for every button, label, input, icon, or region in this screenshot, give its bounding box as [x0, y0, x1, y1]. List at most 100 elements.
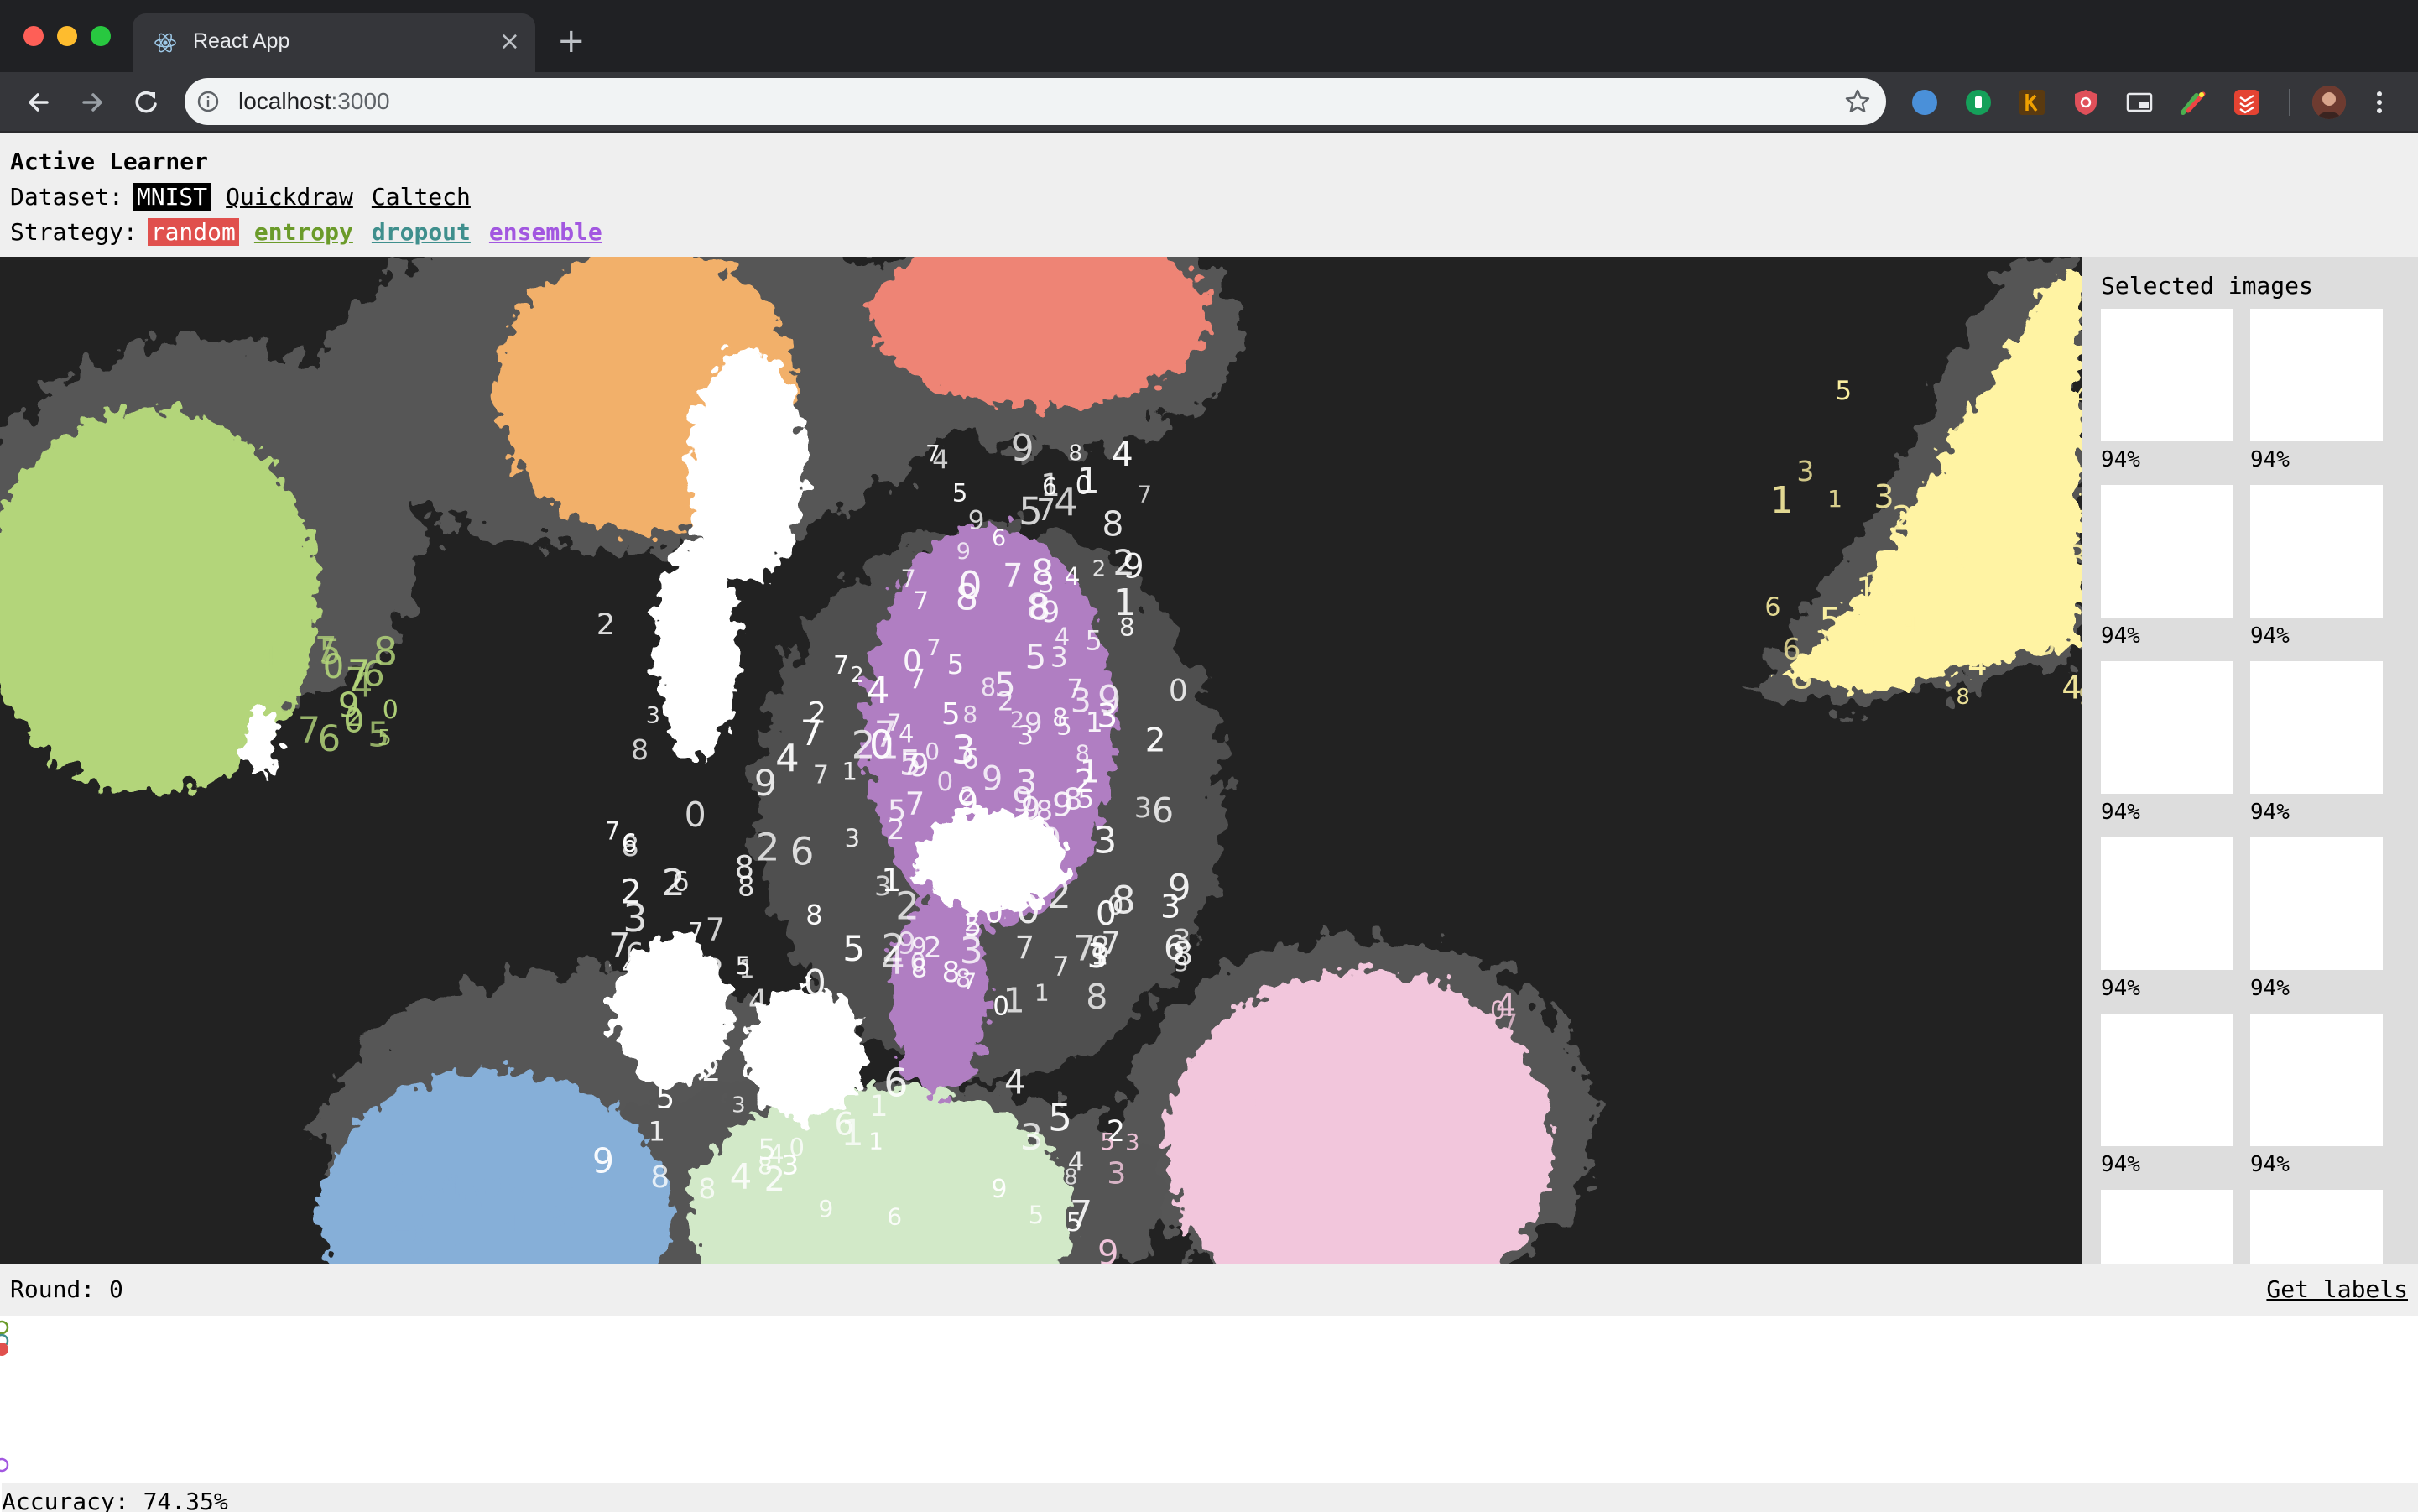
digit-glyph: 5	[1025, 638, 1046, 676]
digit-glyph: 8	[1069, 441, 1083, 466]
thumbnail-image[interactable]	[2250, 837, 2383, 970]
digit-glyph: 9	[1375, 1011, 1398, 1053]
round-counter: Round: 0	[10, 1275, 123, 1303]
thumbnail-image[interactable]	[2101, 1014, 2233, 1146]
grammarly-ext-icon[interactable]	[1963, 87, 1993, 117]
digit-glyph: 7	[902, 748, 920, 781]
reload-icon[interactable]	[128, 84, 164, 121]
thumbnail-image[interactable]	[2101, 309, 2233, 441]
embedding-scatter[interactable]: 579867803797642 5784856751789751879153803…	[0, 257, 2082, 1264]
thumbnail-card[interactable]: 94%	[2101, 1014, 2235, 1190]
digit-glyph: 4	[899, 719, 914, 748]
thumbnail-card[interactable]: 94%	[2250, 309, 2384, 485]
get-labels-button[interactable]: Get labels	[2266, 1272, 2408, 1307]
url-text[interactable]: localhost:3000	[238, 88, 390, 115]
digit-glyph: 3	[1873, 478, 1894, 515]
thumbnail-card[interactable]: 94%	[2101, 485, 2235, 661]
ublock-ext-icon[interactable]	[2071, 87, 2101, 117]
thumbnail-card[interactable]: 94%	[2101, 661, 2235, 837]
digit-glyph: 2	[388, 1198, 413, 1243]
thumbnail-card[interactable]	[2101, 1190, 2235, 1264]
picture-in-picture-ext-icon[interactable]	[2124, 87, 2155, 117]
digit-glyph: 2	[701, 1054, 721, 1088]
round-bar: Round: 0 Get labels	[0, 1264, 2418, 1316]
thumbnail-image[interactable]	[2101, 837, 2233, 970]
dataset-option-mnist[interactable]: MNIST	[133, 183, 211, 211]
new-tab-button[interactable]: +	[557, 22, 586, 60]
dataset-label: Dataset:	[10, 183, 123, 211]
thumbnail-card[interactable]: 94%	[2250, 1014, 2384, 1190]
digit-glyph: 4	[1332, 1156, 1347, 1182]
digit-glyph: 8	[1790, 654, 1813, 697]
todoist-ext-icon[interactable]	[2232, 87, 2262, 117]
thumbnail-image[interactable]	[2250, 661, 2383, 794]
digit-glyph: 3	[646, 703, 660, 729]
dataset-option-quickdraw[interactable]: Quickdraw	[222, 183, 357, 211]
ensemble-marker	[0, 1457, 9, 1473]
digit-glyph: 3	[478, 1172, 503, 1217]
digit-glyph: 8	[631, 733, 649, 766]
digit-glyph: 0	[1318, 1099, 1342, 1142]
thumbnail-image[interactable]	[2250, 1014, 2383, 1146]
browser-menu-icon[interactable]	[2371, 87, 2388, 117]
digit-glyph: 9	[1954, 548, 1969, 576]
browser-tab[interactable]: React App ×	[133, 13, 535, 72]
window-minimize-button[interactable]	[57, 26, 77, 46]
safari-ext-icon[interactable]	[1910, 87, 1940, 117]
digit-glyph: 5	[1048, 1095, 1072, 1139]
digit-glyph: 2	[1010, 707, 1024, 733]
back-arrow-icon[interactable]	[20, 84, 57, 121]
window-close-button[interactable]	[23, 26, 44, 46]
digit-glyph: 5	[952, 479, 967, 508]
thumbnail-card[interactable]: 94%	[2101, 309, 2235, 485]
digit-glyph: 8	[737, 870, 754, 902]
thumbnail-card[interactable]	[2250, 1190, 2384, 1264]
accuracy-readout: Accuracy: 74.35%	[2, 1483, 2418, 1512]
tab-close-icon[interactable]: ×	[499, 27, 520, 57]
digit-glyph: 2	[704, 952, 724, 989]
digit-glyph: 5	[656, 1082, 675, 1116]
thumbnail-image[interactable]	[2101, 1190, 2233, 1264]
strategy-option-random[interactable]: random	[147, 218, 239, 246]
dataset-option-caltech[interactable]: Caltech	[368, 183, 474, 211]
thumbnail-card[interactable]: 94%	[2101, 837, 2235, 1014]
bookmark-star-icon[interactable]	[1842, 86, 1873, 117]
strategy-option-ensemble[interactable]: ensemble	[486, 218, 606, 246]
digit-glyph: 4	[2061, 670, 2082, 706]
digit-glyph: 1	[1347, 1193, 1370, 1236]
thumbnail-card[interactable]: 94%	[2250, 485, 2384, 661]
digit-glyph: 7	[1137, 481, 1152, 508]
digit-glyph: 2	[620, 873, 641, 912]
digit-glyph: 2	[961, 783, 975, 809]
digit-glyph: 8	[962, 701, 977, 728]
embedding-canvas[interactable]: 5798678037976425784856751789751879153803…	[0, 257, 2082, 1264]
thumbnail-card[interactable]: 94%	[2250, 661, 2384, 837]
window-maximize-button[interactable]	[91, 26, 111, 46]
digit-glyph: 7	[833, 651, 849, 680]
thumbnail-image[interactable]	[2101, 661, 2233, 794]
digit-glyph: 8	[1031, 552, 1054, 593]
keepa-ext-icon[interactable]	[2017, 87, 2047, 117]
thumbnail-card[interactable]: 94%	[2250, 837, 2384, 1014]
digit-glyph: 8	[698, 1172, 716, 1205]
colorpick-ext-icon[interactable]	[2178, 87, 2208, 117]
strategy-option-entropy[interactable]: entropy	[251, 218, 357, 246]
address-bar[interactable]: localhost:3000	[185, 78, 1886, 125]
thumbnail-image[interactable]	[2250, 485, 2383, 618]
thumbnail-image[interactable]	[2101, 485, 2233, 618]
digit-glyph: 7	[1036, 493, 1055, 528]
info-icon[interactable]	[196, 90, 220, 113]
profile-avatar[interactable]	[2312, 86, 2346, 119]
thumbnail-confidence: 94%	[2250, 1152, 2290, 1177]
strategy-option-dropout[interactable]: dropout	[368, 218, 474, 246]
digit-glyph: 2	[1145, 722, 1166, 759]
profile-person-icon	[2312, 86, 2346, 119]
digit-glyph: 3	[1814, 638, 1837, 680]
digit-glyph: 5	[618, 972, 638, 1008]
thumbnail-image[interactable]	[2250, 309, 2383, 441]
thumbnail-image[interactable]	[2250, 1190, 2383, 1264]
thumbnail-confidence: 94%	[2101, 976, 2140, 1001]
thumbnail-confidence: 94%	[2101, 447, 2140, 472]
digit-glyph: 6	[1950, 422, 1968, 456]
forward-arrow-icon[interactable]	[74, 84, 111, 121]
